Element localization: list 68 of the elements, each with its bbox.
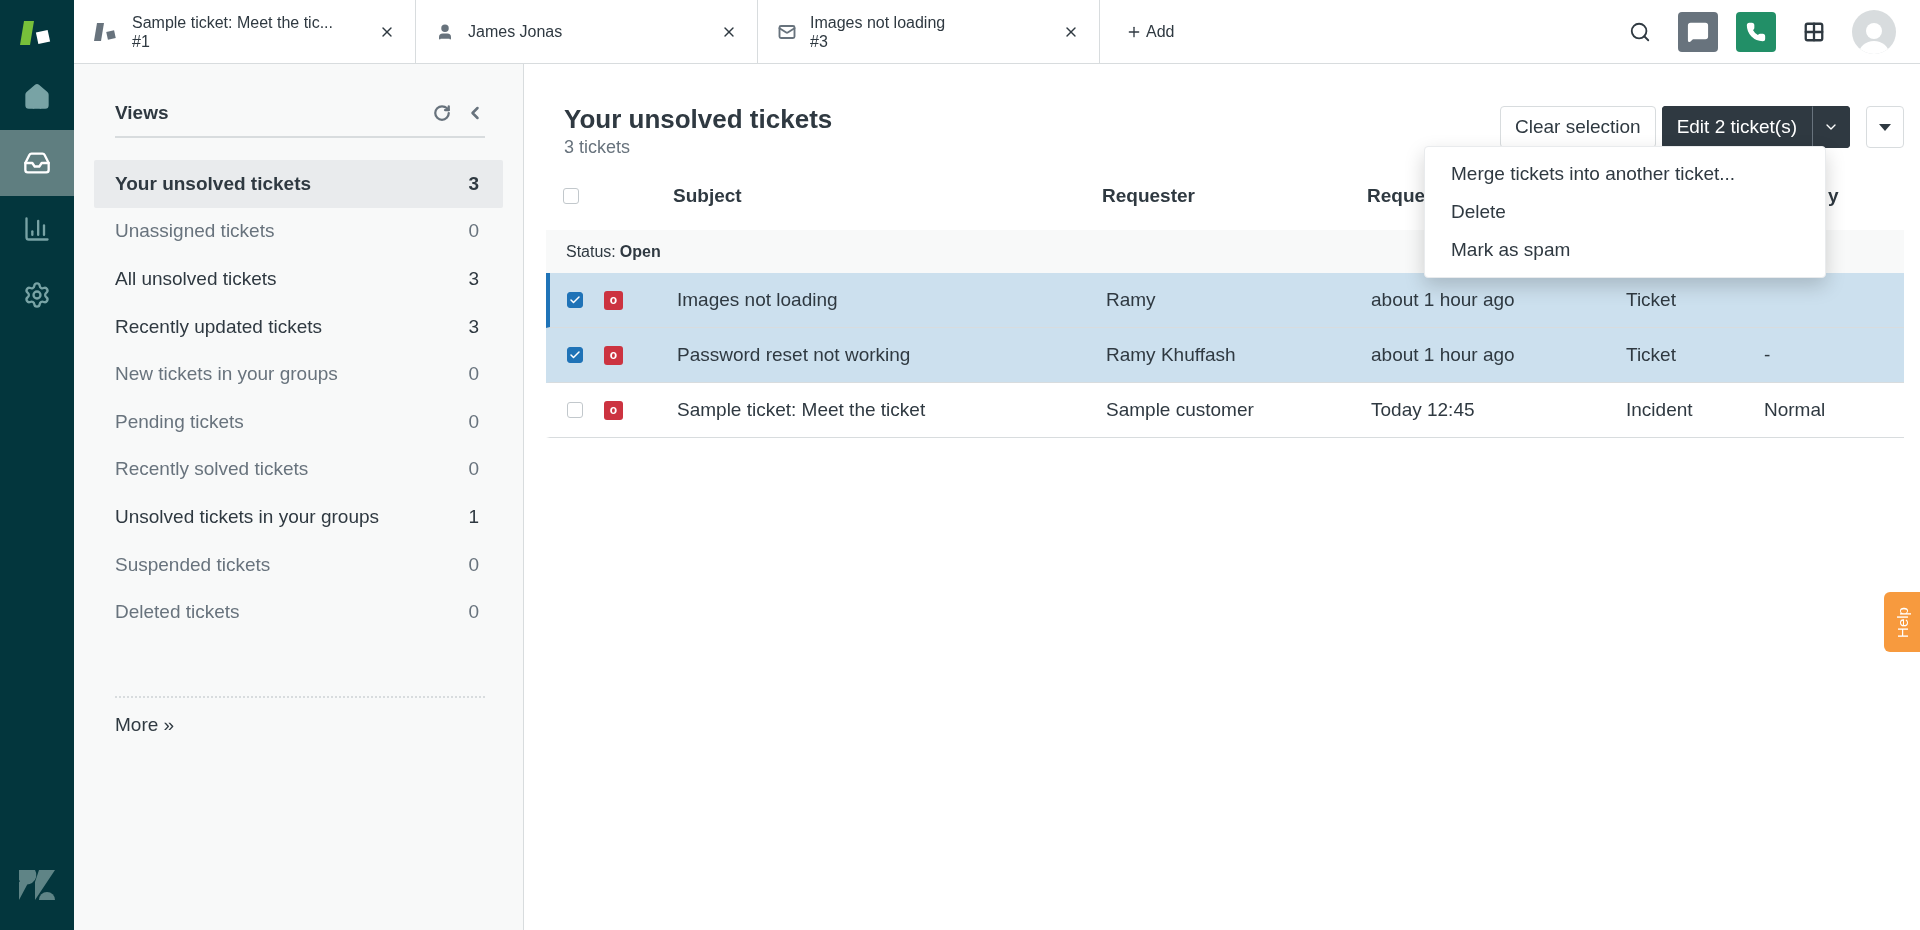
status-badge: o bbox=[604, 290, 623, 310]
tab-title: Images not loading bbox=[810, 12, 947, 32]
view-item[interactable]: Deleted tickets 0 bbox=[94, 588, 503, 636]
view-label: Unassigned tickets bbox=[115, 220, 276, 243]
clear-selection-button[interactable]: Clear selection bbox=[1499, 106, 1656, 148]
view-count: 0 bbox=[468, 220, 479, 243]
tab-subtitle: #3 bbox=[810, 31, 829, 51]
column-header[interactable]: Requester bbox=[1102, 185, 1367, 207]
views-title: Views bbox=[115, 102, 170, 124]
status-badge: o bbox=[604, 400, 623, 420]
group-value: Open bbox=[619, 242, 661, 261]
group-label: Status: bbox=[566, 242, 616, 261]
view-count: 0 bbox=[468, 553, 479, 576]
menu-item[interactable]: Mark as spam bbox=[1425, 231, 1825, 269]
view-item[interactable]: Recently solved tickets 0 bbox=[94, 445, 503, 494]
table-cell-text: Ticket bbox=[1626, 344, 1677, 366]
table-cell-text: Normal bbox=[1764, 399, 1827, 421]
table-cell-text: - bbox=[1764, 344, 1772, 366]
ticket-row[interactable]: o Images not loading Ramy about 1 hour ago Ticket bbox=[546, 273, 1904, 328]
view-count: 3 bbox=[468, 268, 479, 290]
table-cell-text: Ticket bbox=[1626, 289, 1677, 311]
table-cell-text: Ramy Khuffash bbox=[1106, 344, 1237, 366]
view-label: Recently solved tickets bbox=[115, 458, 310, 481]
table-cell-text: Today 12:45 bbox=[1371, 399, 1476, 421]
ticket-count: 3 tickets bbox=[564, 137, 632, 158]
view-label: Pending tickets bbox=[115, 410, 245, 433]
table-cell-text: about 1 hour ago bbox=[1371, 289, 1516, 311]
view-item[interactable]: Unsolved tickets in your groups 1 bbox=[94, 493, 503, 541]
view-count: 0 bbox=[468, 410, 479, 433]
ticket-row[interactable]: o Password reset not working Ramy Khuffash about 1 hour ago Ticket - bbox=[546, 328, 1904, 383]
view-count: 3 bbox=[468, 172, 479, 195]
menu-item[interactable]: Delete bbox=[1425, 193, 1825, 231]
status-badge: o bbox=[604, 345, 623, 365]
tab-title: Sample ticket: Meet the tic... bbox=[132, 12, 334, 32]
view-count: 0 bbox=[468, 601, 479, 624]
view-label: Deleted tickets bbox=[115, 601, 241, 624]
view-item[interactable]: New tickets in your groups 0 bbox=[94, 350, 503, 398]
table-cell-text: Sample ticket: Meet the ticket bbox=[677, 399, 927, 421]
view-item[interactable]: Unassigned tickets 0 bbox=[94, 207, 503, 256]
view-label: Suspended tickets bbox=[115, 553, 272, 576]
more-link[interactable]: More » bbox=[115, 713, 175, 735]
view-count: 1 bbox=[468, 505, 479, 528]
menu-item[interactable]: Merge tickets into another ticket... bbox=[1425, 155, 1825, 193]
table-cell-text: Images not loading bbox=[677, 289, 839, 311]
edit-tickets-button[interactable]: Edit 2 ticket(s) bbox=[1661, 106, 1812, 148]
view-label: Unsolved tickets in your groups bbox=[115, 505, 380, 528]
view-item[interactable]: Pending tickets 0 bbox=[94, 397, 503, 446]
table-cell-text: Incident bbox=[1626, 399, 1694, 421]
view-count: 0 bbox=[468, 363, 479, 386]
view-label: Recently updated tickets bbox=[115, 315, 323, 338]
column-header[interactable]: Subject bbox=[673, 185, 1102, 207]
view-label: New tickets in your groups bbox=[115, 363, 339, 386]
table-cell-text: about 1 hour ago bbox=[1371, 344, 1516, 366]
view-count: 3 bbox=[468, 315, 479, 338]
view-heading: Your unsolved tickets bbox=[564, 104, 833, 135]
tab-title: James Jonas bbox=[468, 22, 564, 41]
table-cell-text: Ramy bbox=[1106, 289, 1157, 311]
view-item[interactable]: Your unsolved tickets 3 bbox=[94, 160, 503, 208]
view-label: Your unsolved tickets bbox=[115, 172, 313, 195]
view-item[interactable]: All unsolved tickets 3 bbox=[94, 255, 503, 303]
view-item[interactable]: Recently updated tickets 3 bbox=[94, 302, 503, 351]
tab-subtitle: #1 bbox=[132, 31, 151, 51]
view-count: 0 bbox=[468, 458, 479, 481]
view-item[interactable]: Suspended tickets 0 bbox=[94, 540, 503, 589]
table-cell-text: Sample customer bbox=[1106, 399, 1255, 421]
view-label: All unsolved tickets bbox=[115, 268, 278, 290]
table-cell-text: Password reset not working bbox=[677, 344, 912, 366]
add-tab-button[interactable]: Add bbox=[1100, 0, 1201, 63]
